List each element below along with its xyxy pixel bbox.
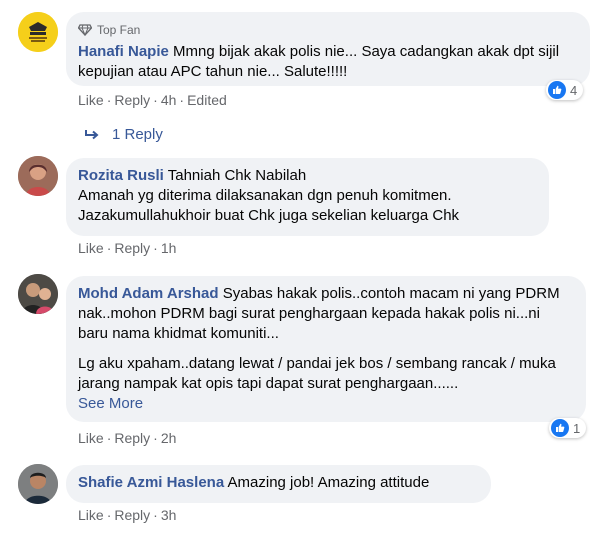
avatar[interactable]: [18, 156, 58, 196]
comment-actions: Like · Reply · 3h: [78, 507, 177, 523]
avatar[interactable]: [18, 274, 58, 314]
reply-button[interactable]: Reply: [114, 240, 150, 256]
profile-photo-icon: [18, 464, 58, 504]
like-button[interactable]: Like: [78, 507, 104, 523]
comment-text-line-2: Amanah yg diterima dilaksanakan dgn penu…: [78, 187, 452, 204]
reaction-count[interactable]: 1: [549, 418, 587, 438]
like-button[interactable]: Like: [78, 430, 104, 446]
comment-actions: Like · Reply · 4h · Edited: [78, 92, 227, 108]
timestamp[interactable]: 2h: [161, 430, 177, 446]
like-button[interactable]: Like: [78, 92, 104, 108]
comment-bubble: Top Fan Hanafi Napie Mmng bijak akak pol…: [66, 12, 590, 86]
timestamp[interactable]: 3h: [161, 507, 177, 523]
comment-text-line-3: Jazakumullahukhoir buat Chk juga sekelia…: [78, 207, 460, 224]
top-fan-label: Top Fan: [97, 23, 141, 37]
comment-text-continued: Lg aku xpaham..datang lewat / pandai jek…: [78, 355, 556, 392]
commenter-name[interactable]: Shafie Azmi Haslena: [78, 474, 224, 491]
reaction-count[interactable]: 4: [546, 80, 584, 100]
comment-actions: Like · Reply · 2h: [78, 430, 177, 446]
reaction-number: 1: [573, 420, 581, 436]
see-more-link[interactable]: See More: [78, 394, 574, 414]
profile-photo-icon: [18, 156, 58, 196]
reply-button[interactable]: Reply: [114, 430, 150, 446]
reaction-number: 4: [570, 82, 578, 98]
reply-button[interactable]: Reply: [114, 92, 150, 108]
comment-bubble: Rozita Rusli Tahniah Chk Nabilah Amanah …: [66, 158, 549, 236]
reply-button[interactable]: Reply: [114, 507, 150, 523]
like-reaction-icon: [548, 81, 566, 99]
commenter-name[interactable]: Mohd Adam Arshad: [78, 285, 219, 302]
avatar[interactable]: [18, 12, 58, 52]
commenter-name[interactable]: Rozita Rusli: [78, 167, 164, 184]
comment-text: Amazing job! Amazing attitude: [227, 474, 430, 491]
top-fan-badge: Top Fan: [78, 20, 578, 40]
diamond-icon: [78, 24, 92, 36]
avatar-logo-icon: [18, 12, 58, 52]
view-replies-link[interactable]: 1 Reply: [84, 126, 163, 143]
timestamp[interactable]: 1h: [161, 240, 177, 256]
profile-photo-icon: [18, 274, 58, 314]
replies-count-label: 1 Reply: [112, 126, 163, 143]
reply-arrow-icon: [85, 129, 99, 139]
like-button[interactable]: Like: [78, 240, 104, 256]
avatar[interactable]: [18, 464, 58, 504]
comment-bubble: Mohd Adam Arshad Syabas hakak polis..con…: [66, 276, 586, 422]
comment-text-line-1: Tahniah Chk Nabilah: [167, 167, 307, 184]
edited-label: Edited: [187, 92, 227, 108]
like-reaction-icon: [551, 419, 569, 437]
commenter-name[interactable]: Hanafi Napie: [78, 43, 169, 60]
comment-bubble: Shafie Azmi Haslena Amazing job! Amazing…: [66, 465, 491, 503]
timestamp[interactable]: 4h: [161, 92, 177, 108]
comment-actions: Like · Reply · 1h: [78, 240, 177, 256]
